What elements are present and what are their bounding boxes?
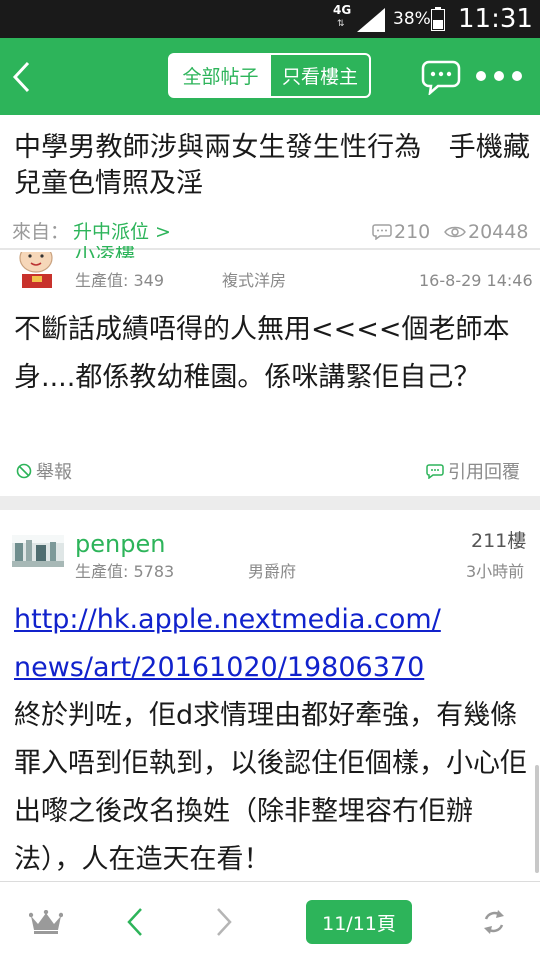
- clock: 11:31: [458, 4, 533, 34]
- report-label: 舉報: [36, 462, 72, 483]
- article-link-line-1[interactable]: http://hk.apple.nextmedia.com/: [14, 604, 441, 635]
- post-content: http://hk.apple.nextmedia.com/news/art/2…: [14, 596, 530, 884]
- forum-link[interactable]: 升中派位 >: [73, 220, 171, 244]
- page-selector-button[interactable]: 11/11頁: [306, 900, 412, 944]
- view-count: 20448: [444, 220, 528, 244]
- quote-reply-button[interactable]: 引用回覆: [426, 458, 520, 484]
- quote-icon: [426, 463, 444, 479]
- data-arrows-icon: ⇅: [337, 19, 345, 29]
- battery-icon: [431, 7, 445, 31]
- production-value: 生產值: 349: [75, 271, 165, 290]
- network-type: 4G: [333, 3, 352, 17]
- post-separator: [0, 496, 540, 510]
- username[interactable]: 小凌樓: [75, 246, 135, 258]
- view-count-value: 20448: [468, 221, 529, 243]
- next-page-icon[interactable]: [214, 906, 234, 938]
- article-link-line-2[interactable]: news/art/20161020/19806370: [14, 652, 424, 683]
- more-icon[interactable]: [475, 70, 523, 82]
- report-icon: [16, 463, 32, 479]
- user-rank: 男爵府: [248, 562, 297, 581]
- article-link[interactable]: http://hk.apple.nextmedia.com/news/art/2…: [14, 604, 441, 683]
- post-date: 3小時前: [466, 562, 525, 581]
- view-count-icon: [444, 226, 466, 238]
- thread-title: 中學男教師涉與兩女生發生性行為 手機藏兒童色情照及淫: [14, 132, 530, 199]
- reply-count: 210: [372, 220, 430, 244]
- post-filter-toggle: 全部帖子 只看樓主: [168, 53, 371, 98]
- production-value: 生產值: 5783: [75, 562, 175, 581]
- battery-percent: 38%: [393, 9, 431, 29]
- app-header: 全部帖子 只看樓主: [0, 38, 540, 115]
- source-label: 來自：: [12, 221, 70, 243]
- tab-all-posts[interactable]: 全部帖子: [170, 55, 271, 96]
- bottom-toolbar: 11/11頁: [0, 881, 540, 960]
- prev-page-icon[interactable]: [125, 906, 145, 938]
- status-bar: 4G ⇅ 38% 11:31: [0, 0, 540, 38]
- user-rank: 複式洋房: [222, 271, 287, 290]
- username[interactable]: penpen: [75, 530, 165, 558]
- signal-icon: [357, 8, 385, 32]
- reply-count-icon: [372, 224, 392, 240]
- refresh-icon[interactable]: [480, 908, 508, 936]
- report-button[interactable]: 舉報: [16, 458, 72, 484]
- floor-number: 211樓: [471, 530, 527, 552]
- quote-label: 引用回覆: [448, 462, 520, 483]
- avatar[interactable]: [12, 252, 62, 288]
- post-body-text: 終於判咗，佢d求情理由都好牽強，有幾條罪入唔到佢執到，以後認住佢個樣，小心佢出嚟…: [14, 700, 527, 875]
- post-date: 16-8-29 14:46: [419, 271, 533, 290]
- crown-icon[interactable]: [29, 910, 63, 934]
- chat-icon[interactable]: [421, 59, 461, 95]
- tab-op-only[interactable]: 只看樓主: [271, 55, 369, 96]
- back-icon[interactable]: [10, 60, 32, 94]
- post-content: 不斷話成績唔得的人無用<<<<個老師本身....都係教幼稚園。係咪講緊佢自己？: [14, 314, 510, 393]
- reply-count-value: 210: [394, 221, 431, 243]
- scrollbar[interactable]: [535, 765, 539, 873]
- avatar[interactable]: [12, 535, 64, 567]
